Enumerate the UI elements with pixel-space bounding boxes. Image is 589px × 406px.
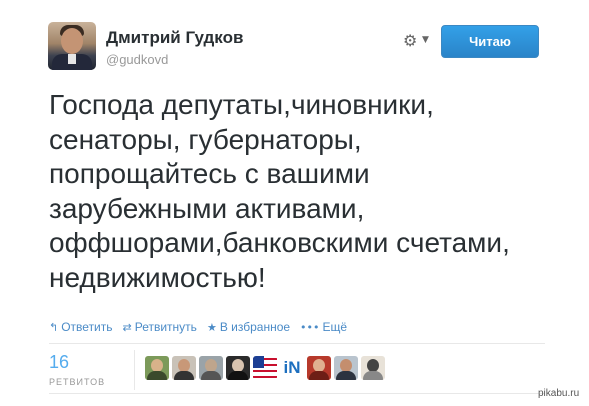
retweet-icon: ⇄	[122, 320, 132, 334]
reply-label: Ответить	[61, 320, 113, 334]
ellipsis-icon: •••	[300, 320, 320, 334]
favorite-label: В избранное	[219, 320, 291, 334]
follow-button[interactable]: Читаю	[441, 25, 539, 58]
favorite-action[interactable]: ★ В избранное	[207, 320, 290, 334]
retweeter-avatar[interactable]	[226, 356, 250, 380]
retweeter-avatar[interactable]	[199, 356, 223, 380]
gear-icon: ⚙	[403, 31, 418, 50]
in-logo-icon: iN	[283, 358, 301, 377]
tweet-actions: ↰ Ответить ⇄ Ретвитнуть ★ В избранное ••…	[49, 320, 347, 334]
retweets-label: РЕТВИТОВ	[49, 377, 106, 387]
stats-divider-bottom	[49, 393, 545, 394]
retweet-label: Ретвитнуть	[134, 320, 197, 334]
more-action[interactable]: ••• Ещё	[300, 320, 347, 334]
avatar-collar	[68, 54, 76, 64]
retweeter-avatar[interactable]	[361, 356, 385, 380]
stats-separator	[134, 350, 135, 390]
retweeter-avatar[interactable]: iN	[280, 356, 304, 380]
retweeter-avatar[interactable]	[172, 356, 196, 380]
more-label: Ещё	[322, 320, 348, 334]
user-actions-dropdown[interactable]: ⚙ ▼	[403, 31, 433, 51]
author-handle[interactable]: @gudkovd	[106, 52, 168, 67]
retweeter-avatar[interactable]	[145, 356, 169, 380]
retweets-count[interactable]: 16	[49, 352, 69, 373]
avatar-face	[61, 28, 83, 54]
stats-divider-top	[49, 343, 545, 344]
retweeter-avatar[interactable]	[307, 356, 331, 380]
retweeters-list: iN	[145, 356, 385, 380]
reply-icon: ↰	[49, 320, 59, 334]
chevron-down-icon: ▼	[422, 35, 429, 45]
star-icon: ★	[206, 320, 217, 334]
author-name[interactable]: Дмитрий Гудков	[106, 28, 243, 48]
tweet-text: Господа депутаты,чиновники, сенаторы, гу…	[49, 89, 510, 293]
watermark: pikabu.ru	[538, 388, 580, 399]
retweet-action[interactable]: ⇄ Ретвитнуть	[123, 320, 197, 334]
author-avatar[interactable]	[48, 22, 96, 70]
retweeter-avatar[interactable]	[253, 356, 277, 380]
reply-action[interactable]: ↰ Ответить	[49, 320, 113, 334]
retweeter-avatar[interactable]	[334, 356, 358, 380]
